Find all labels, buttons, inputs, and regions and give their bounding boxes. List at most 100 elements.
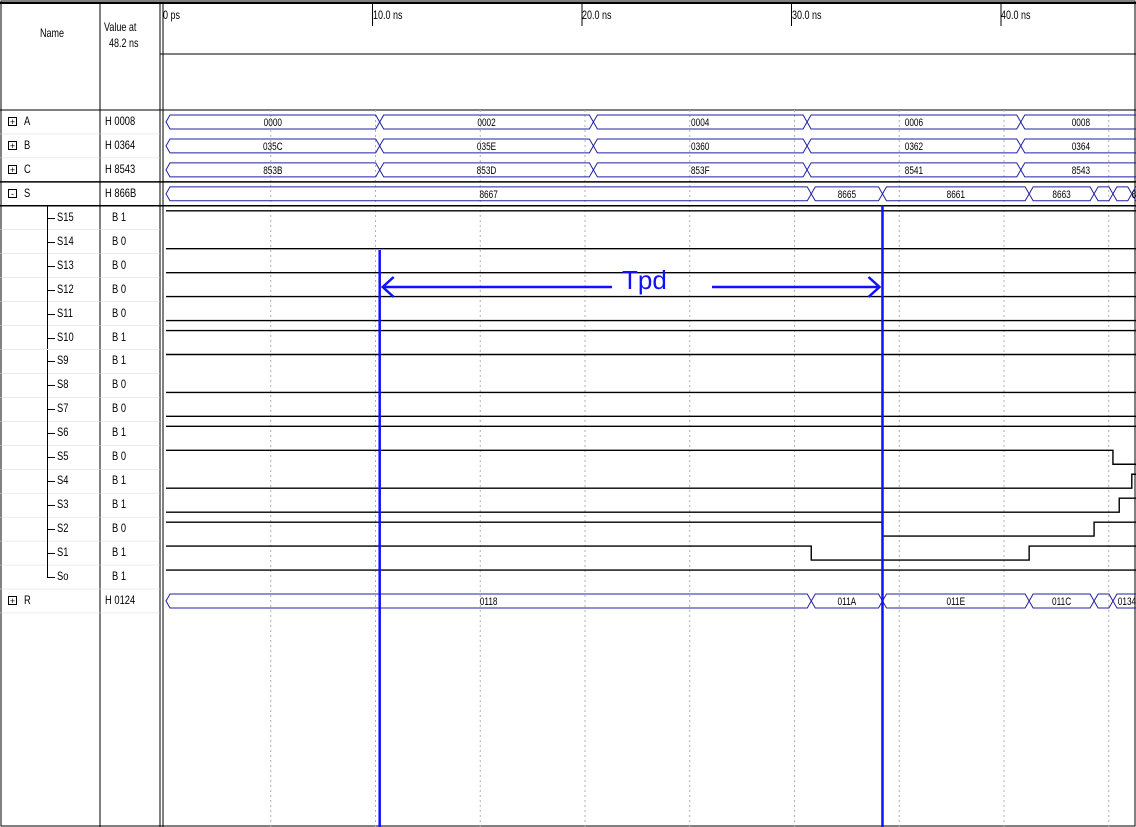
tree-connector [47, 313, 55, 315]
signal-name[interactable]: B [24, 138, 30, 152]
bus-value-label: 853D [477, 165, 497, 177]
bit-waveform [166, 473, 1136, 489]
ruler-tick-label: 20.0 ns [582, 8, 612, 22]
bus-value-label: 0134 [1118, 596, 1136, 608]
bus-value-label: 011A [838, 596, 857, 608]
signal-value: B 1 [112, 545, 127, 560]
editor-frame [0, 0, 1136, 827]
bus-value-label: 0362 [905, 141, 923, 153]
collapse-icon[interactable]: - [8, 188, 17, 198]
value-column-header-line1[interactable]: Value at [104, 20, 136, 34]
tpd-annotation-label: Tpd [622, 265, 667, 295]
expand-icon[interactable]: + [8, 140, 17, 150]
bus-value-label: 0008 [1072, 117, 1090, 129]
signal-name[interactable]: S5 [57, 449, 68, 463]
expand-icon[interactable]: + [8, 595, 17, 605]
waveform-editor: 0000 0002 0004 0006 0008 035C 035E 0360 0362 0364… [0, 0, 1136, 827]
bit-waveform [166, 497, 1136, 513]
ruler-tick-label: 30.0 ns [791, 8, 822, 22]
expand-icon[interactable]: + [8, 164, 17, 174]
bus-value-label: 035E [477, 141, 497, 153]
expand-icon[interactable]: + [8, 116, 17, 126]
signal-name[interactable]: S4 [57, 473, 68, 487]
bus-value-label: 0004 [691, 117, 710, 129]
bus-value-label: 0000 [264, 117, 283, 129]
bus-value-label: 035C [263, 141, 283, 153]
signal-name[interactable]: C [24, 162, 31, 176]
bit-waveform [166, 521, 1136, 537]
bus-segment [1093, 593, 1114, 609]
bus-value-label: 8661 [947, 189, 965, 201]
signal-name[interactable]: S12 [57, 282, 74, 296]
signal-value: B 1 [112, 569, 127, 584]
bus-value-label: 0118 [480, 596, 498, 608]
signal-name[interactable]: S3 [57, 497, 68, 511]
signal-value: B 0 [112, 401, 127, 416]
signal-name[interactable]: S6 [57, 425, 68, 439]
tree-connector [47, 565, 48, 578]
ruler-tick-label: 40.0 ns [1001, 8, 1031, 22]
signal-value: B 1 [112, 329, 127, 344]
tree-connector [47, 337, 55, 339]
signal-value: B 1 [112, 425, 127, 440]
signal-value: B 1 [112, 473, 127, 488]
name-column-header[interactable]: Name [40, 26, 64, 40]
signal-name[interactable]: S10 [57, 330, 74, 344]
signal-name[interactable]: R [24, 593, 31, 607]
bus-value-label: 011C [1052, 596, 1071, 608]
signal-name[interactable]: S14 [57, 234, 74, 248]
signal-value: H 866B [105, 185, 137, 200]
bus-value-label: 86 [1132, 189, 1136, 201]
signal-value: B 0 [112, 449, 127, 464]
bit-waveform [166, 545, 1136, 561]
signal-name[interactable]: S [24, 186, 30, 200]
signal-value: H 0008 [105, 113, 136, 128]
bus-value-label: 8663 [1052, 189, 1070, 201]
signal-name[interactable]: S11 [57, 306, 73, 320]
tree-connector [47, 241, 55, 243]
signal-name[interactable]: S13 [57, 258, 74, 272]
bus-value-label: 8667 [479, 189, 497, 201]
bus-value-label: 8665 [838, 189, 856, 201]
tree-connector [47, 217, 55, 219]
tree-connector [47, 505, 55, 507]
ruler-tick-label: 10.0 ns [372, 8, 403, 22]
signal-value: B 0 [112, 281, 127, 296]
ruler-tick-label: 0 ps [163, 8, 181, 22]
tree-connector [47, 289, 55, 291]
bus-value-label: 8543 [1072, 165, 1090, 177]
signal-name[interactable]: S9 [57, 353, 68, 367]
bit-waveform [166, 449, 1136, 465]
tree-connector [47, 433, 55, 435]
signal-value: B 0 [112, 305, 127, 320]
signal-value: B 0 [112, 521, 127, 536]
signal-value: B 1 [112, 497, 127, 512]
signal-name[interactable]: A [24, 114, 30, 128]
bus-value-label: 0360 [691, 141, 710, 153]
signal-value: H 8543 [105, 161, 136, 176]
tree-connector [47, 409, 55, 411]
signal-name[interactable]: So [57, 569, 68, 583]
bus-value-label: 8541 [905, 165, 923, 177]
signal-value: B 0 [112, 257, 127, 272]
signal-value: B 1 [112, 353, 127, 368]
bus-segment [1093, 186, 1114, 202]
signal-value: H 0364 [105, 137, 136, 152]
signal-name[interactable]: S2 [57, 521, 68, 535]
bus-value-label: 853F [691, 165, 710, 177]
tree-connector [47, 553, 55, 555]
bus-value-label: 853B [263, 165, 282, 177]
value-column-header-line2: 48.2 ns [109, 36, 139, 50]
bus-value-label: 0006 [905, 117, 923, 129]
signal-value: B 0 [112, 233, 127, 248]
bus-segment [1112, 186, 1133, 202]
signal-value: B 0 [112, 377, 127, 392]
signal-value: B 1 [112, 209, 127, 224]
signal-name[interactable]: S8 [57, 377, 68, 391]
bus-value-label: 011E [946, 596, 965, 608]
tree-connector [47, 457, 55, 459]
signal-name[interactable]: S7 [57, 401, 68, 415]
bus-value-label: 0002 [477, 117, 495, 129]
signal-name[interactable]: S1 [57, 545, 68, 559]
signal-name[interactable]: S15 [57, 210, 74, 224]
